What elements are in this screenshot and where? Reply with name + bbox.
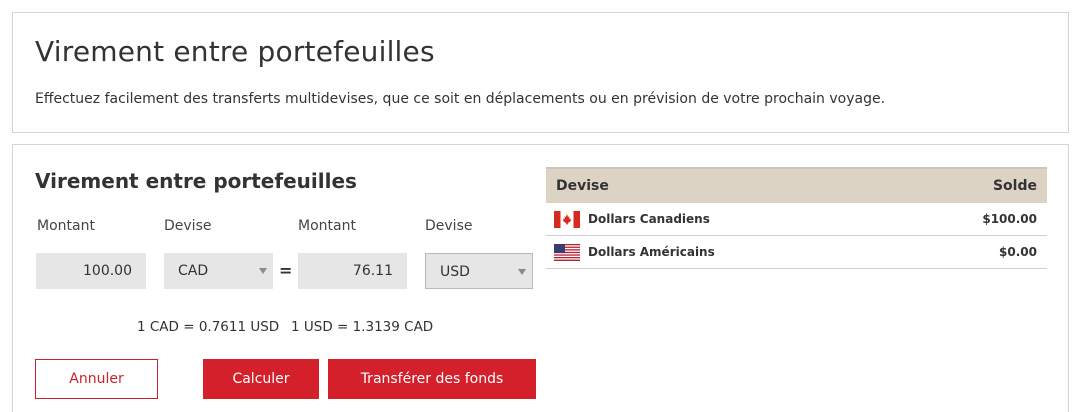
balances-table-header: Devise Solde xyxy=(546,167,1047,203)
page-title: Virement entre portefeuilles xyxy=(35,35,435,68)
rate-usd-cad: 1 USD = 1.3139 CAD xyxy=(291,319,434,335)
balance-column-header: Solde xyxy=(992,178,1037,194)
header-panel: Virement entre portefeuilles Effectuez f… xyxy=(12,12,1069,133)
balances-table: Devise Solde Dollars Canadiens $100.00 D… xyxy=(546,167,1047,269)
from-currency-label: Devise xyxy=(164,218,212,234)
section-title: Virement entre portefeuilles xyxy=(35,169,357,193)
canada-flag-icon xyxy=(554,210,580,228)
from-currency-select[interactable]: CAD xyxy=(164,253,273,289)
currency-name: Dollars Américains xyxy=(588,245,715,259)
currency-column-header: Devise xyxy=(556,178,609,194)
from-currency-value: CAD xyxy=(178,263,209,279)
table-row: Dollars Canadiens $100.00 xyxy=(546,203,1047,236)
equals-sign: = xyxy=(279,261,293,280)
to-currency-label: Devise xyxy=(425,218,473,234)
chevron-down-icon xyxy=(518,269,526,275)
usa-flag-icon xyxy=(554,243,580,261)
chevron-down-icon xyxy=(259,268,267,274)
calculate-button[interactable]: Calculer xyxy=(203,359,319,399)
to-amount-label: Montant xyxy=(298,218,356,234)
transfer-funds-button[interactable]: Transférer des fonds xyxy=(328,359,536,399)
balance-value: $0.00 xyxy=(999,245,1037,259)
from-amount-label: Montant xyxy=(37,218,95,234)
table-row: Dollars Américains $0.00 xyxy=(546,236,1047,269)
currency-name: Dollars Canadiens xyxy=(588,212,710,226)
balance-value: $100.00 xyxy=(982,212,1037,226)
rate-cad-usd: 1 CAD = 0.7611 USD xyxy=(137,319,280,335)
to-currency-value: USD xyxy=(440,264,470,280)
to-amount-output: 76.11 xyxy=(298,253,407,289)
from-amount-input[interactable]: 100.00 xyxy=(36,253,146,289)
page-subtitle: Effectuez facilement des transferts mult… xyxy=(35,91,886,107)
transfer-panel: Virement entre portefeuilles Montant Dev… xyxy=(12,144,1069,412)
cancel-button[interactable]: Annuler xyxy=(35,359,158,399)
to-currency-select[interactable]: USD xyxy=(425,253,533,289)
